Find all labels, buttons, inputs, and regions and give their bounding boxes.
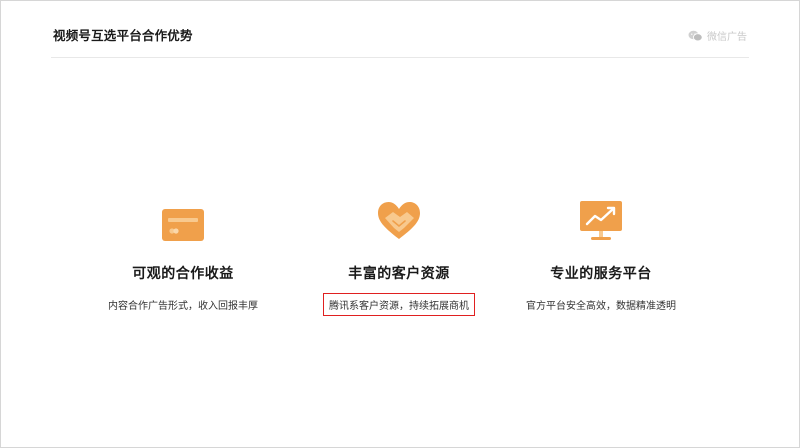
wechat-icon <box>688 30 703 42</box>
feature-revenue: 可观的合作收益 内容合作广告形式，收入回报丰厚 <box>63 197 303 316</box>
feature-title: 可观的合作收益 <box>132 266 234 282</box>
page-title: 视频号互选平台合作优势 <box>53 28 193 43</box>
feature-description-highlighted: 腾讯系客户资源，持续拓展商机 <box>323 293 475 316</box>
header-divider <box>51 57 749 58</box>
feature-description: 内容合作广告形式，收入回报丰厚 <box>108 301 258 312</box>
card-icon <box>162 197 204 241</box>
heart-handshake-icon <box>376 197 422 241</box>
feature-title: 专业的服务平台 <box>550 266 652 282</box>
wechat-ads-brand: 微信广告 <box>688 28 747 43</box>
feature-title: 丰富的客户资源 <box>348 266 450 282</box>
feature-platform: 专业的服务平台 官方平台安全高效，数据精准透明 <box>481 197 721 316</box>
page-frame: 视频号互选平台合作优势 微信广告 可观的合作收益 内容合作广告形式，收入回报丰厚 <box>0 0 800 448</box>
brand-label: 微信广告 <box>707 32 747 43</box>
feature-description: 官方平台安全高效，数据精准透明 <box>526 301 676 312</box>
monitor-chart-icon <box>580 197 622 241</box>
